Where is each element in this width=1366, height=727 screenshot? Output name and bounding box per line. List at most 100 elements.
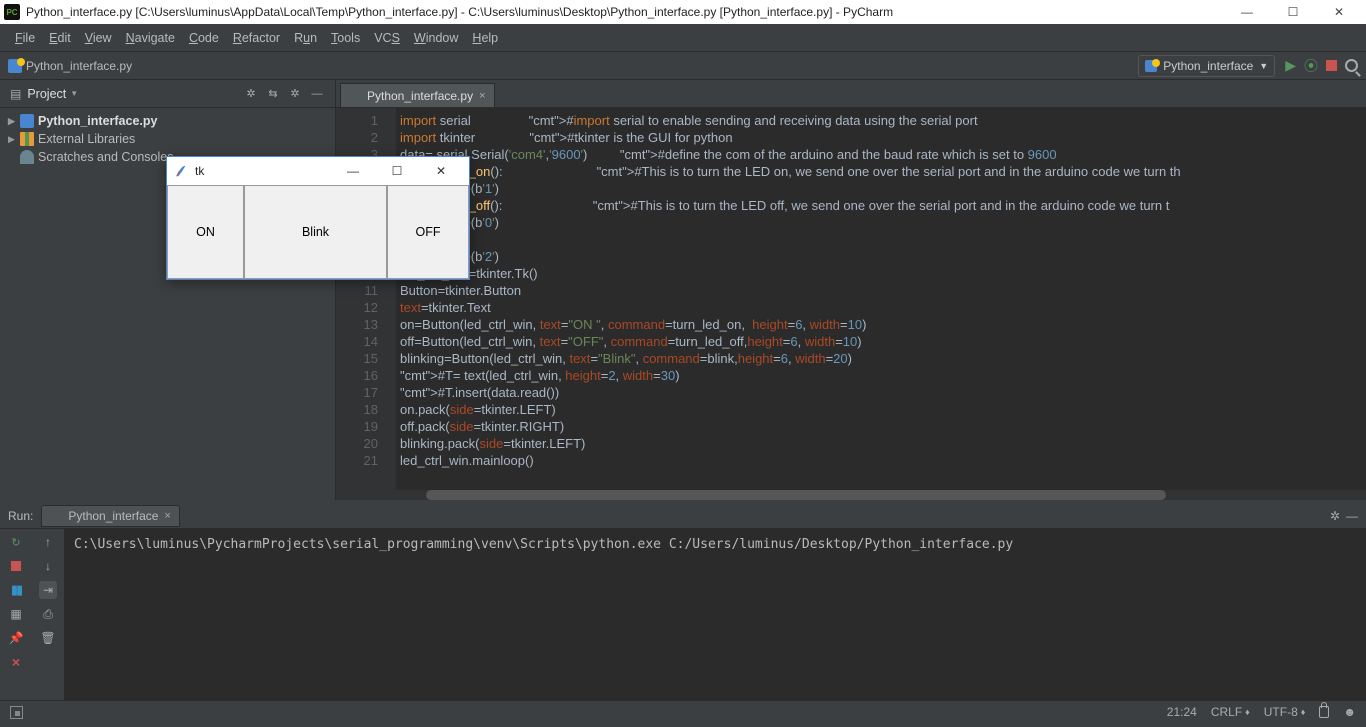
status-bar: 21:24 CRLF ♦ UTF-8 ♦ ☻ [0, 700, 1366, 723]
tree-node-external-libraries[interactable]: ▶ External Libraries [0, 130, 335, 148]
run-config-name: Python_interface [1163, 59, 1253, 73]
chevron-down-icon: ▼ [1259, 61, 1268, 71]
pause-button[interactable]: ▮▮ [7, 581, 25, 599]
breadcrumb-file: Python_interface.py [26, 59, 132, 73]
python-file-icon [1145, 60, 1157, 72]
caret-icon [8, 152, 16, 162]
readonly-toggle[interactable] [1319, 706, 1329, 718]
menu-refactor[interactable]: Refactor [226, 31, 287, 45]
soft-wrap-button[interactable]: ⇥ [39, 581, 57, 599]
breadcrumb[interactable]: Python_interface.py [8, 59, 132, 73]
run-tab-label: Python_interface [68, 509, 158, 523]
os-titlebar: PC Python_interface.py [C:\Users\luminus… [0, 0, 1366, 24]
nav-row: Python_interface.py Python_interface ▼ ▶… [0, 52, 1366, 80]
tk-minimize-button[interactable]: — [331, 157, 375, 185]
run-tab[interactable]: Python_interface × [41, 505, 180, 527]
project-icon: ▤ [10, 87, 21, 101]
run-toolbar-right: ↑ ↓ ⇥ ⎙ 🗑 [32, 529, 64, 700]
menu-vcs[interactable]: VCS [367, 31, 407, 45]
os-close-button[interactable]: ✕ [1316, 0, 1362, 24]
caret-icon: ▶ [8, 116, 16, 127]
tree-node-label: External Libraries [38, 132, 135, 146]
down-button[interactable]: ↓ [39, 557, 57, 575]
tk-close-button[interactable]: ✕ [419, 157, 463, 185]
menu-help[interactable]: Help [465, 31, 505, 45]
inspection-icon[interactable]: ☻ [1343, 705, 1356, 719]
tk-maximize-button[interactable]: ☐ [375, 157, 419, 185]
tree-node-project-root[interactable]: ▶ Python_interface.py [0, 112, 335, 130]
menu-file[interactable]: File [8, 31, 42, 45]
python-file-icon [50, 510, 62, 522]
close-run-button[interactable]: × [7, 653, 25, 671]
stop-button[interactable] [1326, 60, 1337, 71]
tk-off-button[interactable]: OFF [387, 185, 469, 279]
menu-view[interactable]: View [78, 31, 119, 45]
rerun-button[interactable]: ↻ [7, 533, 25, 551]
collapse-icon[interactable]: ⇆ [265, 86, 281, 102]
close-tab-icon[interactable]: × [164, 510, 170, 522]
caret-icon: ▶ [8, 134, 16, 145]
run-panel-label: Run: [8, 509, 33, 523]
up-button[interactable]: ↑ [39, 533, 57, 551]
tk-body: ON Blink OFF [167, 185, 469, 279]
tk-feather-icon [173, 163, 189, 179]
debug-button[interactable]: ⦿ [1304, 56, 1318, 76]
run-toolbar-left: ↻ ▮▮ ▦ 📌 × [0, 529, 32, 700]
os-minimize-button[interactable]: — [1224, 0, 1270, 24]
editor-tab[interactable]: Python_interface.py × [340, 83, 495, 107]
menu-navigate[interactable]: Navigate [119, 31, 182, 45]
run-header: Run: Python_interface × ✲ — [0, 503, 1366, 529]
console-output[interactable]: C:\Users\luminus\PycharmProjects\serial_… [64, 529, 1366, 700]
pycharm-icon: PC [4, 4, 20, 20]
folder-icon [20, 114, 34, 128]
menu-tools[interactable]: Tools [324, 31, 367, 45]
settings-icon[interactable]: ✲ [287, 86, 303, 102]
line-separator[interactable]: CRLF ♦ [1211, 705, 1250, 719]
tk-title-text: tk [195, 164, 331, 178]
find-action-button[interactable] [1345, 59, 1358, 72]
tree-node-label: Python_interface.py [38, 114, 157, 128]
code-editor[interactable]: 123456789101112131415161718192021 import… [336, 108, 1366, 490]
tree-node-label: Scratches and Consoles [38, 150, 174, 164]
hide-icon[interactable]: — [1346, 509, 1358, 523]
menubar: File Edit View Navigate Code Refactor Ru… [0, 24, 1366, 52]
os-window-title: Python_interface.py [C:\Users\luminus\Ap… [26, 5, 1224, 19]
menu-window[interactable]: Window [407, 31, 465, 45]
run-tool-window: Run: Python_interface × ✲ — ↻ ▮▮ ▦ 📌 × ↑… [0, 500, 1366, 700]
tk-window: tk — ☐ ✕ ON Blink OFF [166, 156, 470, 280]
locate-icon[interactable]: ✲ [243, 86, 259, 102]
pin-button[interactable]: 📌 [7, 629, 25, 647]
chevron-down-icon[interactable]: ▼ [70, 89, 78, 98]
menu-code[interactable]: Code [182, 31, 226, 45]
lock-icon [1319, 706, 1329, 718]
settings-icon[interactable]: ✲ [1330, 509, 1340, 523]
project-tool-window: ▤ Project ▼ ✲ ⇆ ✲ — ▶ Python_interface.p… [0, 80, 336, 500]
print-button[interactable]: ⎙ [39, 605, 57, 623]
hide-icon[interactable]: — [309, 86, 325, 102]
tk-on-button[interactable]: ON [167, 185, 244, 279]
trash-button[interactable]: 🗑 [39, 629, 57, 647]
stop-button[interactable] [7, 557, 25, 575]
library-icon [20, 132, 34, 146]
run-config-selector[interactable]: Python_interface ▼ [1138, 55, 1275, 77]
project-label[interactable]: Project [27, 87, 66, 101]
tk-blink-button[interactable]: Blink [244, 185, 387, 279]
tool-windows-icon[interactable] [10, 706, 23, 719]
python-file-icon [349, 90, 361, 102]
run-button[interactable]: ▶ [1285, 57, 1296, 74]
editor-area: Python_interface.py × 123456789101112131… [336, 80, 1366, 500]
tk-titlebar[interactable]: tk — ☐ ✕ [167, 157, 469, 185]
scratch-icon [20, 150, 34, 164]
project-header: ▤ Project ▼ ✲ ⇆ ✲ — [0, 80, 335, 108]
file-encoding[interactable]: UTF-8 ♦ [1264, 705, 1306, 719]
caret-position[interactable]: 21:24 [1167, 705, 1197, 719]
close-tab-icon[interactable]: × [479, 90, 485, 102]
layout-button[interactable]: ▦ [7, 605, 25, 623]
scrollbar-thumb[interactable] [426, 490, 1166, 500]
code-content[interactable]: import serial "cmt">#import serial to en… [396, 108, 1366, 490]
horizontal-scrollbar[interactable] [336, 490, 1366, 500]
os-maximize-button[interactable]: ☐ [1270, 0, 1316, 24]
editor-tab-label: Python_interface.py [367, 89, 473, 103]
menu-run[interactable]: Run [287, 31, 324, 45]
menu-edit[interactable]: Edit [42, 31, 78, 45]
